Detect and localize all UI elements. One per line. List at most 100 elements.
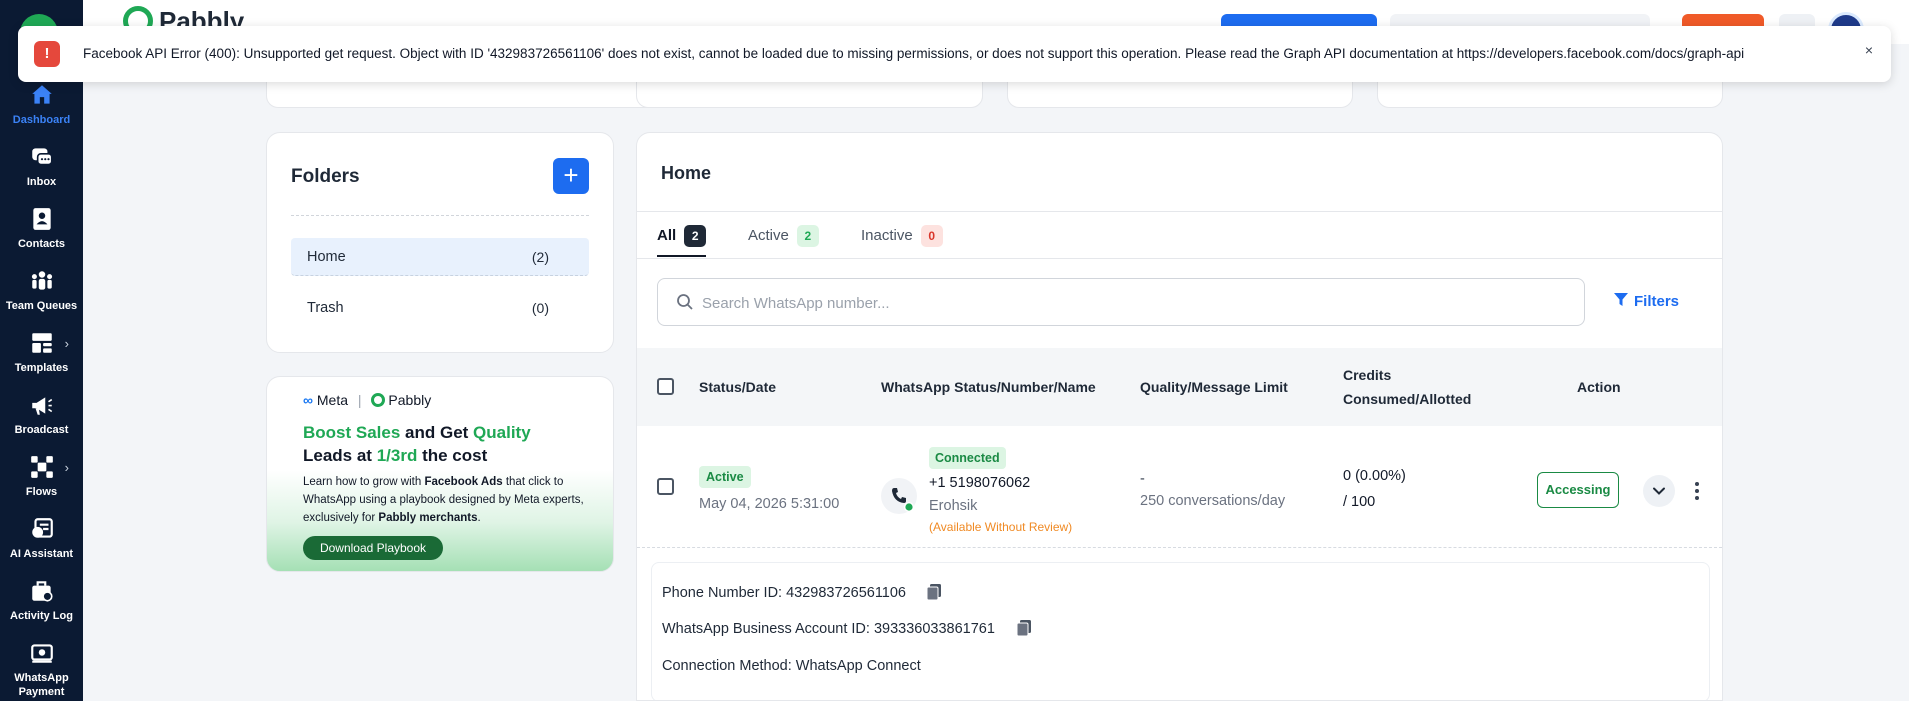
error-message: Facebook API Error (400): Unsupported ge… [83,46,1745,61]
sidebar-item-label: Dashboard [12,114,71,126]
chat-icon [31,148,53,166]
tab-count: 2 [684,225,707,247]
team-icon [31,271,52,290]
promo-banner: ∞ Meta | Pabbly Boost Sales and Get Qual… [266,376,614,572]
sidebar-item-team-queues[interactable]: Team Queues [0,268,83,313]
tab-all[interactable]: All 2 [657,225,707,257]
whatsapp-name: Erohsik [929,498,978,514]
pabbly-label: Pabbly [388,392,432,408]
error-icon: ! [34,41,60,67]
promo-description: Learn how to grow with Facebook Ads that… [303,476,584,524]
accessing-button[interactable]: Accessing [1537,472,1619,508]
sidebar-item-label: WhatsApp Payment [14,672,69,698]
divider [637,258,1722,259]
tab-count: 2 [796,225,819,247]
folder-item-trash[interactable]: Trash (0) [291,289,589,327]
sidebar-item-whatsapp-payment[interactable]: WhatsApp Payment [0,640,83,699]
close-icon[interactable]: × [1865,42,1873,58]
chevron-right-icon: › [64,460,69,475]
contact-card-icon [32,208,51,230]
copy-icon[interactable] [926,583,942,601]
sidebar-item-broadcast[interactable]: Broadcast [0,392,83,437]
sidebar-item-templates[interactable]: › Templates [0,330,83,375]
select-all-checkbox[interactable] [657,378,674,395]
sidebar-item-ai-assistant[interactable]: AI Assistant [0,516,83,561]
table-header: Status/Date WhatsApp Status/Number/Name … [637,348,1722,426]
megaphone-icon [31,397,52,415]
template-icon [31,333,52,353]
filters-button[interactable]: Filters [1614,293,1679,310]
sidebar-item-dashboard[interactable]: Dashboard [0,82,83,127]
folder-name: Home [307,249,346,265]
column-status-date: Status/Date [699,379,777,395]
search-icon [677,294,693,310]
review-note: (Available Without Review) [929,520,1073,534]
folders-title: Folders [291,166,360,187]
column-quality: Quality/Message Limit [1140,379,1288,395]
sidebar-item-activity-log[interactable]: Activity Log [0,578,83,623]
copy-icon[interactable] [1016,619,1032,637]
column-credits: Credits Consumed/Allotted [1343,367,1472,407]
more-vertical-icon [1695,482,1699,500]
column-whatsapp-status: WhatsApp Status/Number/Name [881,379,1096,395]
tab-active[interactable]: Active 2 [748,225,819,257]
divider [291,215,589,216]
error-toast: ! Facebook API Error (400): Unsupported … [18,26,1891,82]
sidebar: Dashboard Inbox Contacts Team Queues › T… [0,0,83,701]
column-action: Action [1577,379,1621,395]
more-options-button[interactable] [1689,475,1705,507]
connection-method: Connection Method: WhatsApp Connect [662,658,921,674]
status-badge: Active [699,466,751,488]
expand-row-button[interactable] [1643,475,1675,507]
sidebar-item-label: Broadcast [14,424,69,436]
created-date: May 04, 2026 5:31:00 [699,496,840,512]
folder-item-home[interactable]: Home (2) [291,238,589,276]
sidebar-item-inbox[interactable]: Inbox [0,144,83,189]
phone-icon [881,478,917,514]
whatsapp-search[interactable] [657,278,1585,326]
home-icon [31,85,52,104]
credits-consumed: 0 (0.00%) [1343,468,1406,484]
phone-number-id: Phone Number ID: 432983726561106 [662,585,907,601]
sidebar-item-label: Activity Log [10,610,73,622]
sidebar-item-label: AI Assistant [9,548,74,560]
sidebar-item-flows[interactable]: › Flows [0,454,83,499]
flow-icon [30,456,53,478]
search-input[interactable] [702,291,1562,315]
connection-badge: Connected [929,447,1006,469]
chevron-right-icon: › [64,336,69,351]
folder-name: Trash [307,300,344,316]
download-playbook-button[interactable]: Download Playbook [303,536,443,560]
promo-headline: Boost Sales and Get Quality Leads at 1/3r… [303,423,531,465]
sidebar-item-contacts[interactable]: Contacts [0,206,83,251]
home-panel: Home All2 Active2 Inactive0 Filters Stat… [636,132,1723,701]
folders-panel: Folders + Home (2) Trash (0) [266,132,614,353]
add-folder-button[interactable]: + [553,158,589,194]
credits-allotted: / 100 [1343,494,1376,510]
sidebar-item-label: Templates [14,362,69,374]
connection-details: Phone Number ID: 432983726561106 WhatsAp… [651,562,1710,700]
message-limit: 250 conversations/day [1140,493,1286,509]
row-checkbox[interactable] [657,478,674,495]
meta-label: Meta [316,392,348,408]
sidebar-item-label: Inbox [26,176,57,188]
activity-log-icon [31,581,53,602]
sidebar-item-label: Team Queues [5,300,78,312]
tab-count: 0 [920,225,943,247]
payment-icon [30,644,53,663]
whatsapp-number: +1 5198076062 [929,475,1031,491]
chevron-down-icon [1653,487,1665,495]
folder-count: (0) [531,300,549,316]
meta-logo-icon: ∞ [303,392,313,408]
promo-brands: ∞ Meta | Pabbly [303,392,432,408]
sidebar-item-label: Contacts [17,238,66,250]
business-account-id: WhatsApp Business Account ID: 3933360338… [662,621,995,637]
pabbly-logo-icon [371,393,386,407]
ai-assistant-icon [31,518,53,538]
tab-inactive[interactable]: Inactive 0 [861,225,943,257]
folder-count: (2) [531,249,549,265]
sidebar-item-label: Flows [25,486,58,498]
divider [637,211,1722,212]
page-title: Home [661,163,712,183]
quality-rating: - [1140,471,1145,487]
